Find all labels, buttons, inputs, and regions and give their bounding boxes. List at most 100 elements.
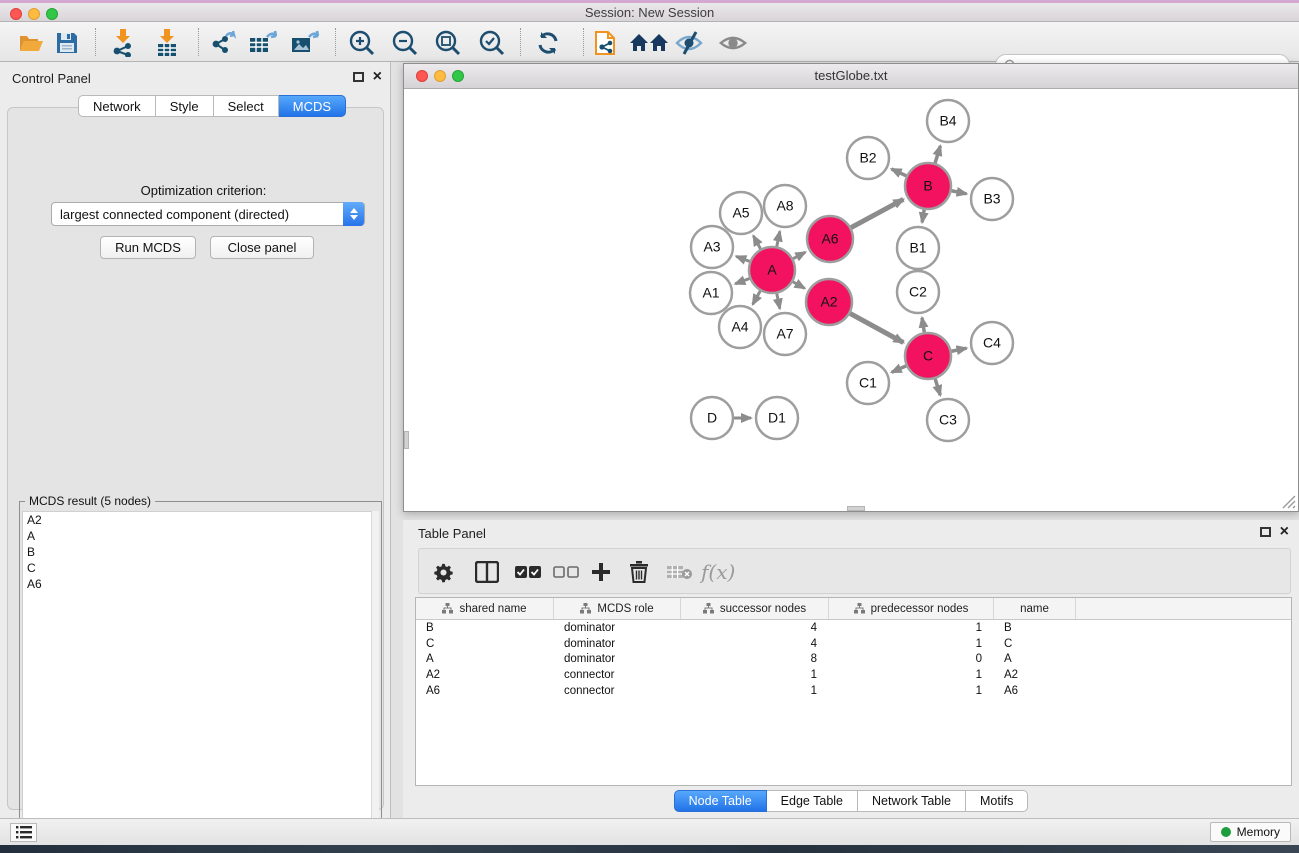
home-views-icon[interactable]	[628, 28, 670, 58]
table-cell[interactable]: 0	[829, 653, 994, 665]
mcds-result-item[interactable]: A2	[23, 512, 372, 528]
function-builder-icon[interactable]: f(x)	[701, 558, 735, 586]
export-network-icon[interactable]	[208, 28, 238, 58]
table-cell[interactable]: B	[416, 622, 554, 634]
edge-B-B1[interactable]	[922, 210, 924, 223]
zoom-fit-icon[interactable]	[433, 28, 463, 58]
network-graph[interactable]: B4B2BB3A8A5A6A3B1AC2A1A2A4A7C4CC1DC3D1	[404, 89, 1298, 511]
tab-edge-table[interactable]: Edge Table	[767, 790, 858, 812]
table-cell[interactable]: A6	[994, 685, 1076, 697]
tab-style[interactable]: Style	[156, 95, 214, 117]
close-panel-button[interactable]: Close panel	[210, 236, 314, 259]
zoom-selected-icon[interactable]	[477, 28, 507, 58]
edge-C-C1[interactable]	[892, 366, 906, 372]
graph-node-D1[interactable]: D1	[756, 397, 798, 439]
graph-node-C3[interactable]: C3	[927, 399, 969, 441]
edge-A-A2[interactable]	[793, 282, 805, 289]
table-cell[interactable]: connector	[554, 669, 681, 681]
mcds-result-item[interactable]: A	[23, 528, 372, 544]
column-header-successor-nodes[interactable]: successor nodes	[681, 598, 829, 619]
table-cell[interactable]: 4	[681, 638, 829, 650]
float-table-panel-icon[interactable]	[1260, 527, 1271, 537]
table-cell[interactable]: B	[994, 622, 1076, 634]
zoom-out-icon[interactable]	[390, 28, 420, 58]
edge-C-C3[interactable]	[935, 379, 940, 395]
float-panel-icon[interactable]	[353, 72, 364, 82]
graph-node-B4[interactable]: B4	[927, 100, 969, 142]
mcds-result-list[interactable]: A2ABCA6	[22, 511, 373, 841]
edge-B-B2[interactable]	[892, 169, 907, 176]
edge-A-A5[interactable]	[753, 236, 760, 249]
table-row[interactable]: Bdominator41B	[416, 620, 1291, 636]
select-all-checkboxes-icon[interactable]	[515, 558, 541, 586]
table-cell[interactable]: C	[416, 638, 554, 650]
table-cell[interactable]: 1	[681, 685, 829, 697]
table-cell[interactable]: 4	[681, 622, 829, 634]
table-cell[interactable]: dominator	[554, 622, 681, 634]
edge-C-C2[interactable]	[922, 318, 924, 333]
node-table[interactable]: shared nameMCDS rolesuccessor nodesprede…	[415, 597, 1292, 786]
edge-A-A3[interactable]	[736, 256, 749, 261]
edge-A-A8[interactable]	[777, 231, 780, 246]
tab-network-table[interactable]: Network Table	[858, 790, 966, 812]
edge-C-C4[interactable]	[952, 348, 967, 351]
column-header-MCDS-role[interactable]: MCDS role	[554, 598, 681, 619]
graph-node-D[interactable]: D	[691, 397, 733, 439]
graph-node-A3[interactable]: A3	[691, 226, 733, 268]
table-cell[interactable]: A6	[416, 685, 554, 697]
column-header-name[interactable]: name	[994, 598, 1076, 619]
add-column-icon[interactable]	[591, 558, 611, 586]
table-cell[interactable]: dominator	[554, 653, 681, 665]
criterion-select[interactable]: largest connected component (directed)	[51, 202, 365, 226]
task-history-button[interactable]	[10, 823, 37, 842]
edge-A-A4[interactable]	[753, 291, 761, 304]
network-canvas[interactable]: B4B2BB3A8A5A6A3B1AC2A1A2A4A7C4CC1DC3D1	[404, 89, 1298, 511]
tab-motifs[interactable]: Motifs	[966, 790, 1028, 812]
tab-network[interactable]: Network	[78, 95, 156, 117]
table-cell[interactable]: A	[994, 653, 1076, 665]
graph-node-A[interactable]: A	[749, 247, 795, 293]
table-cell[interactable]: A2	[416, 669, 554, 681]
table-cell[interactable]: 1	[829, 669, 994, 681]
graph-node-A5[interactable]: A5	[720, 192, 762, 234]
table-cell[interactable]: 1	[829, 638, 994, 650]
graph-node-C2[interactable]: C2	[897, 271, 939, 313]
tab-select[interactable]: Select	[214, 95, 279, 117]
result-scrollbar[interactable]	[371, 511, 379, 841]
edge-B-B4[interactable]	[935, 146, 940, 163]
split-columns-icon[interactable]	[475, 558, 499, 586]
edge-A-A7[interactable]	[777, 294, 780, 309]
tab-mcds[interactable]: MCDS	[279, 95, 346, 117]
resize-grip-icon[interactable]	[1277, 490, 1297, 510]
table-cell[interactable]: A2	[994, 669, 1076, 681]
table-cell[interactable]: 1	[681, 669, 829, 681]
graph-node-C1[interactable]: C1	[847, 362, 889, 404]
table-cell[interactable]: 1	[829, 622, 994, 634]
import-network-icon[interactable]	[108, 28, 138, 58]
table-row[interactable]: A2connector11A2	[416, 667, 1291, 683]
splitter-handle-icon[interactable]	[404, 431, 409, 449]
network-window-titlebar[interactable]: testGlobe.txt	[404, 64, 1298, 89]
run-mcds-button[interactable]: Run MCDS	[100, 236, 196, 259]
table-row[interactable]: Adominator80A	[416, 652, 1291, 668]
save-session-icon[interactable]	[52, 28, 82, 58]
close-panel-icon[interactable]: ×	[373, 72, 382, 82]
graph-node-A1[interactable]: A1	[690, 272, 732, 314]
mcds-result-item[interactable]: B	[23, 544, 372, 560]
deselect-all-checkboxes-icon[interactable]	[553, 558, 579, 586]
memory-button[interactable]: Memory	[1210, 822, 1291, 842]
settings-gear-icon[interactable]	[433, 558, 454, 586]
zoom-in-icon[interactable]	[347, 28, 377, 58]
import-table-icon[interactable]	[152, 28, 182, 58]
edge-B-B3[interactable]	[952, 191, 967, 194]
graph-node-B2[interactable]: B2	[847, 137, 889, 179]
graph-node-A6[interactable]: A6	[807, 216, 853, 262]
graph-node-A8[interactable]: A8	[764, 185, 806, 227]
mcds-result-item[interactable]: A6	[23, 576, 372, 592]
table-cell[interactable]: C	[994, 638, 1076, 650]
table-cell[interactable]: connector	[554, 685, 681, 697]
column-header-predecessor-nodes[interactable]: predecessor nodes	[829, 598, 994, 619]
table-row[interactable]: Cdominator41C	[416, 636, 1291, 652]
table-cell[interactable]: dominator	[554, 638, 681, 650]
graph-node-B3[interactable]: B3	[971, 178, 1013, 220]
